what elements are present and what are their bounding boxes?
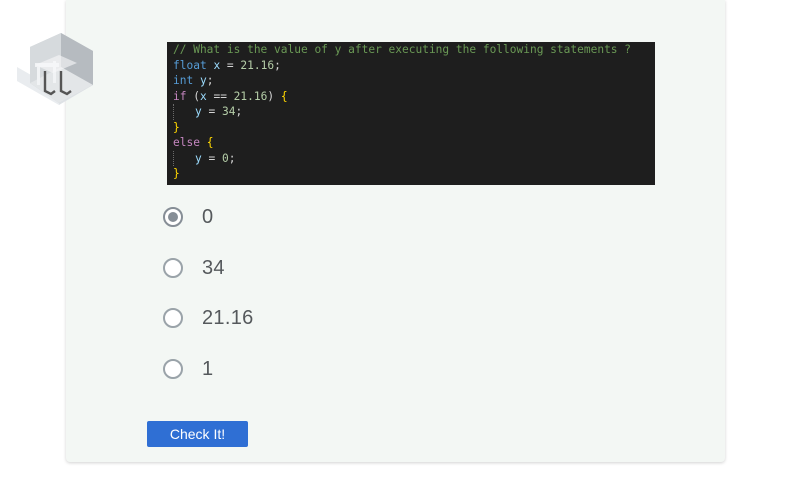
isometric-room-logo-icon <box>15 33 93 105</box>
code-token: else <box>173 136 200 149</box>
code-token: = <box>220 58 241 72</box>
code-token: = <box>201 105 222 118</box>
code-line: } <box>173 166 655 182</box>
answer-option[interactable]: 34 <box>163 256 463 284</box>
code-line: } <box>173 120 655 136</box>
code-token: int <box>173 74 194 87</box>
code-token: ; <box>235 105 243 118</box>
code-token: float <box>173 58 207 72</box>
code-token: = <box>201 151 222 165</box>
check-it-button[interactable]: Check It! <box>147 421 248 447</box>
code-token: ; <box>206 74 214 87</box>
radio-button-selected[interactable] <box>163 207 183 227</box>
code-token: 21.16 <box>233 89 268 103</box>
code-token: { <box>206 136 214 149</box>
code-line: else { <box>173 135 655 151</box>
answer-option-label: 34 <box>202 257 225 279</box>
code-token: 0 <box>221 151 229 165</box>
answer-option[interactable]: 0 <box>163 205 463 233</box>
code-token: == <box>206 89 234 103</box>
code-line: if (x == 21.16) { <box>173 89 655 105</box>
code-token: y <box>195 151 202 165</box>
code-token: ; <box>228 151 236 165</box>
code-line: int y; <box>173 73 655 89</box>
indent-guide <box>173 104 175 120</box>
code-line: // What is the value of y after executin… <box>173 42 655 58</box>
code-token: 34 <box>221 105 236 118</box>
code-token: x <box>199 89 207 103</box>
code-line: float x = 21.16; <box>173 58 655 74</box>
radio-button[interactable] <box>163 258 183 278</box>
code-token: ) <box>267 89 281 103</box>
code-token: ( <box>186 89 200 103</box>
code-token: 21.16 <box>240 58 275 72</box>
answer-option[interactable]: 1 <box>163 357 463 385</box>
answer-option-label: 1 <box>202 358 214 380</box>
answer-option-label: 21.16 <box>202 307 254 329</box>
code-line: y = 0; <box>173 150 655 166</box>
radio-button[interactable] <box>163 308 183 328</box>
answer-option[interactable]: 21.16 <box>163 306 463 334</box>
answer-option-label: 0 <box>202 206 214 228</box>
code-token: } <box>173 167 180 180</box>
code-token: y <box>199 74 207 87</box>
code-token: { <box>280 89 288 103</box>
radio-button[interactable] <box>163 359 183 379</box>
indent-guide <box>173 150 175 166</box>
code-snippet: // What is the value of y after executin… <box>167 42 655 185</box>
code-token: // What is the value of y after executin… <box>173 43 632 56</box>
code-token: } <box>173 120 180 134</box>
code-token: ; <box>274 58 281 72</box>
code-token: y <box>195 105 202 118</box>
code-line: y = 34; <box>173 104 655 120</box>
code-token: if <box>173 89 187 103</box>
